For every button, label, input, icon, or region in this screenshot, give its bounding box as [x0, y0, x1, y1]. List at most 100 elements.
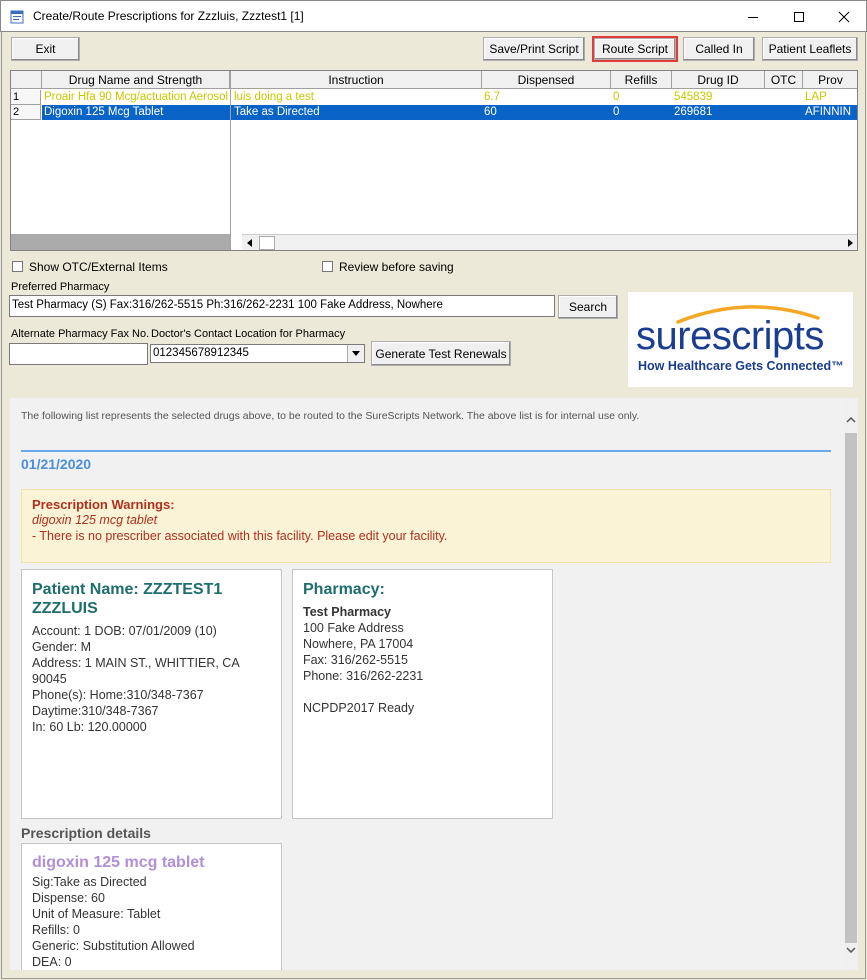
maximize-button[interactable]	[776, 1, 822, 32]
patient-name-heading-line2: ZZZLUIS	[32, 600, 98, 617]
scroll-thumb[interactable]	[259, 236, 275, 250]
pharmacy-city: Nowhere, PA 17004	[303, 637, 414, 651]
close-icon	[838, 11, 850, 22]
table-cell-drug[interactable]: Digoxin 125 Mcg Tablet	[42, 105, 230, 120]
table-cell-refills[interactable]: 0	[611, 90, 672, 105]
details-dispense: Dispense: 60	[32, 891, 105, 905]
column-header-otc[interactable]: OTC	[765, 71, 803, 89]
close-button[interactable]	[821, 1, 867, 32]
table-cell-otc[interactable]	[765, 105, 803, 120]
scroll-thumb-vertical[interactable]	[845, 433, 857, 943]
table-cell-drug[interactable]: Proair Hfa 90 Mcg/actuation Aerosol In	[42, 90, 230, 105]
warnings-title: Prescription Warnings:	[32, 497, 175, 512]
details-dea: DEA: 0	[32, 955, 72, 969]
warnings-message: - There is no prescriber associated with…	[32, 529, 448, 543]
chevron-up-icon	[846, 417, 856, 423]
scroll-right-arrow[interactable]	[842, 235, 857, 250]
preferred-pharmacy-label: Preferred Pharmacy	[11, 281, 110, 293]
date-divider	[21, 450, 831, 452]
review-before-saving-label: Review before saving	[339, 260, 454, 274]
table-cell-prov[interactable]: LAP	[803, 90, 857, 105]
patient-account: Account: 1 DOB: 07/01/2009 (10)	[32, 624, 217, 638]
alternate-fax-field[interactable]	[9, 343, 148, 365]
pharmacy-ncpdp: NCPDP2017 Ready	[303, 701, 415, 715]
table-cell-instruction[interactable]: Take as Directed	[232, 105, 482, 120]
pharmacy-card: Pharmacy: Test Pharmacy 100 Fake Address…	[292, 569, 553, 819]
table-cell-refills[interactable]: 0	[611, 105, 672, 120]
scroll-up-arrow[interactable]	[844, 412, 858, 428]
table-cell-drug-id[interactable]: 269681	[672, 105, 765, 120]
table-cell-prov[interactable]: AFINNIN	[803, 105, 857, 120]
pharmacy-name: Test Pharmacy	[303, 605, 392, 619]
table-cell-drug-id[interactable]: 545839	[672, 90, 765, 105]
table-cell-dispensed[interactable]: 6.7	[482, 90, 611, 105]
arrow-left-icon	[247, 239, 252, 247]
vertical-scrollbar[interactable]	[844, 398, 858, 970]
review-before-saving-checkbox[interactable]	[322, 261, 333, 272]
table-cell-dispensed[interactable]: 60	[482, 105, 611, 120]
prescription-details-card: digoxin 125 mcg tablet Sig:Take as Direc…	[21, 843, 282, 970]
called-in-button[interactable]: Called In	[683, 37, 755, 61]
warnings-drug: digoxin 125 mcg tablet	[32, 513, 158, 527]
drug-grid[interactable]: Drug Name and Strength Instruction Dispe…	[10, 70, 858, 251]
column-header-instruction[interactable]: Instruction	[230, 71, 482, 89]
window-title: Create/Route Prescriptions for Zzzluis, …	[33, 9, 304, 23]
logo-tagline: How Healthcare Gets Connected™	[638, 359, 844, 373]
scroll-left-arrow[interactable]	[242, 235, 258, 250]
search-button[interactable]: Search	[558, 295, 618, 319]
pharmacy-phone: Phone: 316/262-2231	[303, 669, 424, 683]
route-preview-panel[interactable]: The following list represents the select…	[10, 398, 858, 970]
preview-intro: The following list represents the select…	[21, 410, 640, 422]
arrow-right-icon	[848, 239, 853, 247]
exit-button[interactable]: Exit	[11, 37, 80, 61]
minimize-icon	[748, 16, 758, 18]
dropdown-button[interactable]	[347, 345, 364, 362]
patient-zip: 90045	[32, 672, 67, 686]
chevron-down-icon	[352, 351, 360, 356]
alternate-fax-label: Alternate Pharmacy Fax No.	[11, 328, 150, 340]
patient-phone-home: Phone(s): Home:310/348-7367	[32, 688, 204, 702]
contact-location-select[interactable]: 012345678912345	[150, 344, 365, 363]
grid-frozen-footer	[11, 234, 230, 250]
row-number[interactable]: 1	[11, 90, 41, 105]
contact-location-value: 012345678912345	[153, 347, 249, 359]
maximize-icon	[794, 11, 804, 22]
route-script-button[interactable]: Route Script	[592, 36, 678, 62]
patient-height-weight: In: 60 Lb: 120.00000	[32, 720, 147, 734]
table-cell-instruction[interactable]: luis doing a test	[232, 90, 482, 105]
column-header-prov[interactable]: Prov	[803, 71, 857, 89]
column-header-drug[interactable]: Drug Name and Strength	[42, 71, 230, 89]
prescription-warnings-box: Prescription Warnings: digoxin 125 mcg t…	[21, 489, 831, 563]
prescription-details-heading: Prescription details	[21, 825, 151, 841]
surescripts-logo: surescripts How Healthcare Gets Connecte…	[628, 292, 853, 387]
prescription-date: 01/21/2020	[21, 456, 92, 472]
title-bar: Create/Route Prescriptions for Zzzluis, …	[0, 0, 867, 32]
details-sig: Sig:Take as Directed	[32, 875, 147, 889]
column-header-refills[interactable]: Refills	[611, 71, 672, 89]
pharmacy-fax: Fax: 316/262-5515	[303, 653, 408, 667]
column-header-dispensed[interactable]: Dispensed	[482, 71, 611, 89]
details-drug-name: digoxin 125 mcg tablet	[32, 854, 205, 871]
pharmacy-heading: Pharmacy:	[303, 581, 385, 598]
patient-leaflets-button[interactable]: Patient Leaflets	[762, 37, 858, 61]
horizontal-scrollbar[interactable]	[242, 234, 857, 250]
grid-corner	[11, 71, 42, 89]
patient-card: Patient Name: ZZZTEST1 ZZZLUIS Account: …	[21, 569, 282, 819]
preferred-pharmacy-field[interactable]: Test Pharmacy (S) Fax:316/262-5515 Ph:31…	[9, 295, 555, 317]
column-header-drug-id[interactable]: Drug ID	[672, 71, 765, 89]
details-generic: Generic: Substitution Allowed	[32, 939, 195, 953]
row-number[interactable]: 2	[11, 105, 41, 120]
table-cell-otc[interactable]	[765, 90, 803, 105]
minimize-button[interactable]	[730, 1, 776, 32]
show-otc-checkbox[interactable]	[12, 261, 23, 272]
details-refills: Refills: 0	[32, 923, 80, 937]
save-print-script-button[interactable]: Save/Print Script	[483, 37, 585, 61]
contact-location-label: Doctor's Contact Location for Pharmacy	[151, 328, 346, 340]
details-unit: Unit of Measure: Tablet	[32, 907, 161, 921]
show-otc-label: Show OTC/External Items	[29, 260, 168, 274]
scroll-down-arrow[interactable]	[844, 942, 858, 958]
patient-phone-daytime: Daytime:310/348-7367	[32, 704, 159, 718]
generate-test-renewals-button[interactable]: Generate Test Renewals	[371, 341, 511, 366]
patient-address: Address: 1 MAIN ST., WHITTIER, CA	[32, 656, 240, 670]
patient-name-heading: Patient Name: ZZZTEST1	[32, 581, 223, 598]
